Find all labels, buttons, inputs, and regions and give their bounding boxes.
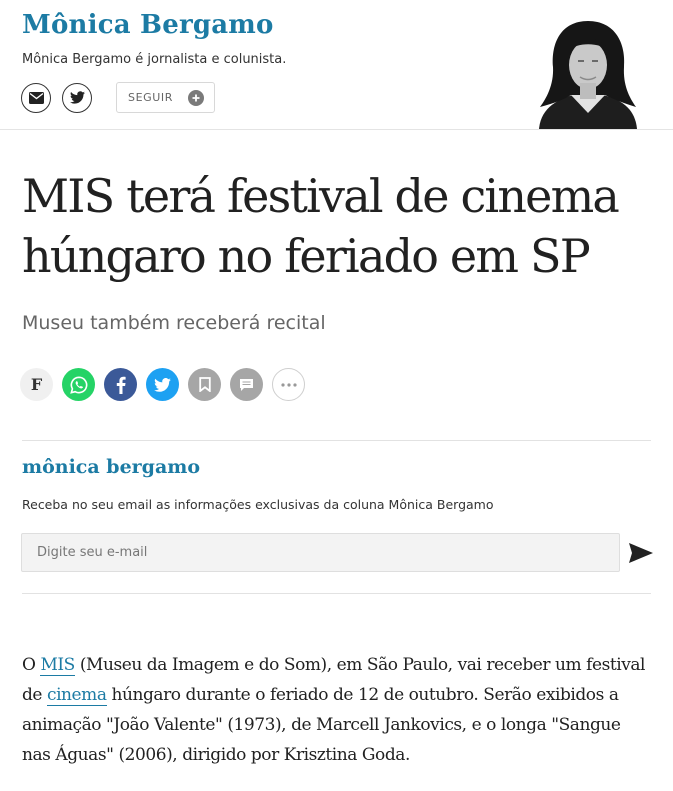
paragraph-text: O bbox=[22, 655, 41, 675]
more-options-button[interactable] bbox=[272, 368, 305, 401]
newsletter-description: Receba no seu email as informações exclu… bbox=[22, 497, 494, 512]
folha-share-button[interactable]: F bbox=[20, 368, 53, 401]
divider bbox=[22, 440, 651, 441]
folha-icon: F bbox=[30, 375, 43, 394]
mis-link[interactable]: MIS bbox=[40, 655, 75, 676]
send-icon[interactable] bbox=[628, 540, 654, 566]
article-paragraph: O MIS (Museu da Imagem e do Som), em São… bbox=[22, 650, 652, 770]
paragraph-text: húngaro durante o feriado de 12 de outub… bbox=[22, 685, 621, 765]
envelope-icon bbox=[28, 91, 44, 104]
email-button[interactable] bbox=[21, 82, 51, 113]
share-toolbar: F bbox=[20, 368, 314, 401]
article-headline: MIS terá festival de cinema húngaro no f… bbox=[22, 169, 620, 283]
facebook-icon bbox=[116, 376, 126, 394]
twitter-share-button[interactable] bbox=[146, 368, 179, 401]
whatsapp-icon bbox=[69, 376, 87, 394]
email-field[interactable] bbox=[21, 533, 620, 572]
plus-circle-icon bbox=[188, 89, 204, 106]
column-header: Mônica Bergamo Mônica Bergamo é jornalis… bbox=[0, 0, 673, 130]
cinema-link[interactable]: cinema bbox=[47, 685, 107, 706]
facebook-share-button[interactable] bbox=[104, 368, 137, 401]
twitter-icon bbox=[154, 377, 171, 392]
bookmark-icon bbox=[198, 377, 211, 392]
twitter-profile-button[interactable] bbox=[62, 82, 92, 113]
columnist-description: Mônica Bergamo é jornalista e colunista. bbox=[22, 52, 287, 67]
comments-button[interactable] bbox=[230, 368, 263, 401]
columnist-name[interactable]: Mônica Bergamo bbox=[22, 10, 274, 40]
article-subheadline: Museu também receberá recital bbox=[22, 312, 326, 334]
whatsapp-share-button[interactable] bbox=[62, 368, 95, 401]
save-article-button[interactable] bbox=[188, 368, 221, 401]
newsletter-title: mônica bergamo bbox=[22, 456, 201, 478]
divider bbox=[22, 593, 651, 594]
follow-label: SEGUIR bbox=[128, 91, 173, 104]
columnist-photo bbox=[539, 21, 637, 129]
comment-icon bbox=[240, 378, 253, 391]
more-icon bbox=[280, 382, 297, 387]
twitter-icon bbox=[69, 91, 85, 104]
header-actions: SEGUIR bbox=[21, 82, 215, 113]
follow-button[interactable]: SEGUIR bbox=[116, 82, 215, 113]
